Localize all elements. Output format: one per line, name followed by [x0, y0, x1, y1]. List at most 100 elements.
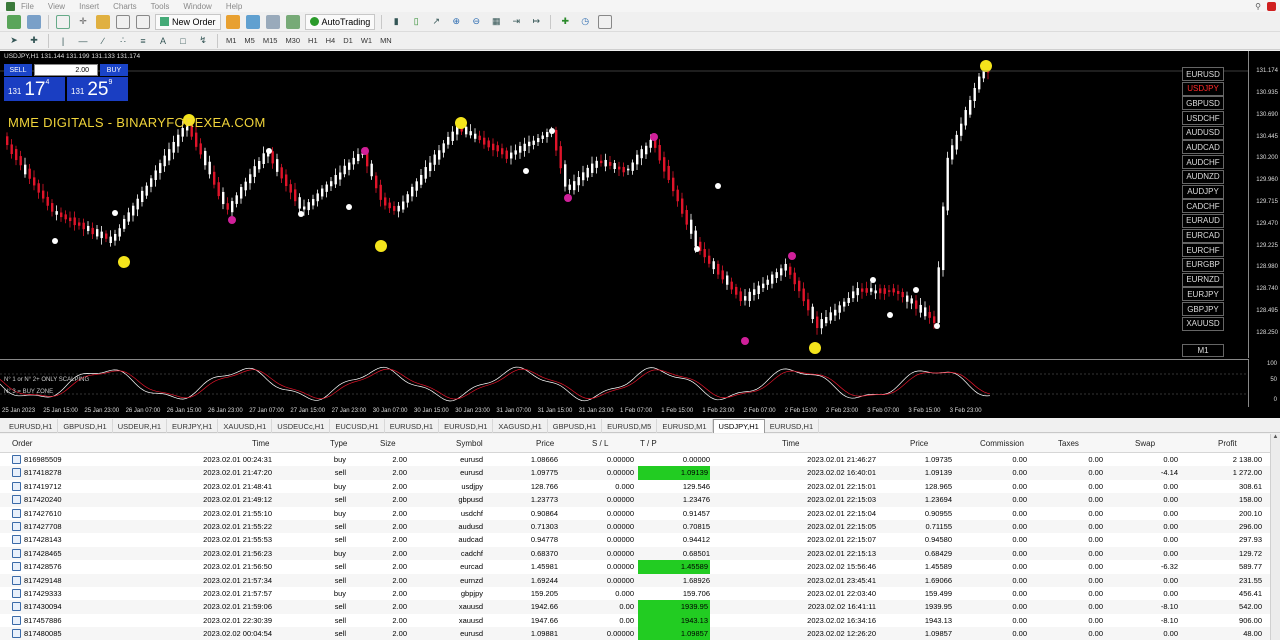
signals-icon[interactable] [245, 14, 260, 29]
chart-tab[interactable]: USDEUCc,H1 [272, 419, 331, 433]
chart-shift-icon[interactable]: ↦ [529, 15, 543, 29]
table-row[interactable]: 817427610 2023.02.01 21:55:10 buy 2.00 usdch… [0, 506, 1280, 520]
notification-icon[interactable] [1267, 1, 1276, 11]
table-row[interactable]: 817429333 2023.02.01 21:57:57 buy 2.00 gbpjp… [0, 587, 1280, 601]
symbol-button-gbpjpy[interactable]: GBPJPY [1182, 302, 1224, 316]
column-header[interactable]: Swap [1135, 439, 1155, 448]
column-header[interactable]: Symbol [456, 439, 483, 448]
chart-tab[interactable]: EURUSD,M5 [602, 419, 658, 433]
menu-file[interactable]: File [21, 2, 34, 11]
table-row[interactable]: 816985509 2023.02.01 00:24:31 buy 2.00 eurus… [0, 453, 1280, 467]
symbol-button-eurgbp[interactable]: EURGBP [1182, 257, 1224, 272]
tf-d1[interactable]: D1 [343, 36, 353, 45]
chart-tab[interactable]: XAUUSD,H1 [218, 419, 273, 433]
tf-w1[interactable]: W1 [361, 36, 372, 45]
tf-m30[interactable]: M30 [285, 36, 300, 45]
crosshair-icon[interactable]: ✚ [27, 34, 41, 48]
text-icon[interactable]: A [156, 34, 170, 48]
tf-h1[interactable]: H1 [308, 36, 318, 45]
table-row[interactable]: 817427708 2023.02.01 21:55:22 sell 2.00 audu… [0, 520, 1280, 534]
symbol-button-eurnzd[interactable]: EURNZD [1182, 272, 1224, 287]
fibonacci-icon[interactable]: ≡ [136, 34, 150, 48]
chart-tab[interactable]: USDJPY,H1 [712, 419, 765, 433]
candlestick-icon[interactable]: ▯ [409, 15, 423, 29]
strategy-tester-icon[interactable] [136, 14, 150, 29]
chart-tab[interactable]: XAGUSD,H1 [493, 419, 548, 433]
cursor-icon[interactable]: ➤ [7, 34, 21, 48]
market-watch-icon[interactable] [56, 14, 70, 29]
table-row[interactable]: 817430094 2023.02.01 21:59:06 sell 2.00 xauu… [0, 600, 1280, 614]
tile-windows-icon[interactable]: ▦ [489, 15, 503, 29]
periods-icon[interactable]: ◷ [578, 15, 592, 29]
label-icon[interactable]: □ [176, 34, 190, 48]
chart-tab[interactable]: EUCUSD,H1 [330, 419, 385, 433]
symbol-button-eurusd[interactable]: EURUSD [1182, 67, 1224, 81]
chart-tab[interactable]: GBPUSD,H1 [58, 419, 113, 433]
indicators-icon[interactable]: ✚ [558, 15, 572, 29]
table-row[interactable]: 817480085 2023.02.02 00:04:54 sell 2.00 euru… [0, 627, 1280, 640]
vertical-line-icon[interactable]: | [56, 34, 70, 48]
scrollbar[interactable]: ▲ [1270, 434, 1280, 640]
scroll-up-icon[interactable]: ▲ [1271, 434, 1280, 444]
table-row[interactable]: 817457886 2023.02.01 22:30:39 sell 2.00 xauu… [0, 613, 1280, 628]
tf-m1[interactable]: M1 [226, 36, 236, 45]
new-order-button[interactable]: New Order [155, 13, 221, 30]
buy-price[interactable]: 131 25 9 [67, 77, 128, 101]
menu-insert[interactable]: Insert [79, 2, 99, 11]
symbol-button-audchf[interactable]: AUDCHF [1182, 155, 1224, 170]
timeframe-label[interactable]: M1 [1182, 344, 1224, 357]
symbol-button-eurjpy[interactable]: EURJPY [1182, 287, 1224, 302]
menu-view[interactable]: View [48, 2, 65, 11]
symbol-button-eurchf[interactable]: EURCHF [1182, 243, 1224, 258]
buy-button[interactable]: BUY [100, 64, 128, 76]
symbol-button-usdjpy[interactable]: USDJPY [1182, 81, 1224, 96]
channel-icon[interactable]: ∴ [116, 34, 130, 48]
zoom-in-icon[interactable]: ⊕ [449, 15, 463, 29]
table-row[interactable]: 817429148 2023.02.01 21:57:34 sell 2.00 eurn… [0, 573, 1280, 587]
table-row[interactable]: 817428143 2023.02.01 21:55:53 sell 2.00 audc… [0, 533, 1280, 547]
arrows-icon[interactable]: ↯ [196, 34, 210, 48]
column-header[interactable]: Order [12, 439, 32, 448]
table-row[interactable]: 817428576 2023.02.01 21:56:50 sell 2.00 eurc… [0, 560, 1280, 574]
menu-window[interactable]: Window [183, 2, 211, 11]
column-header[interactable]: Price [910, 439, 928, 448]
menu-tools[interactable]: Tools [151, 2, 170, 11]
new-chart-icon[interactable] [7, 14, 21, 29]
chart-tab[interactable]: EURUSD,H1 [765, 419, 820, 433]
column-header[interactable]: Type [330, 439, 347, 448]
symbol-button-audcad[interactable]: AUDCAD [1182, 140, 1224, 155]
symbol-button-cadchf[interactable]: CADCHF [1182, 199, 1224, 214]
metaeditor-icon[interactable] [225, 14, 240, 29]
symbol-button-usdchf[interactable]: USDCHF [1182, 111, 1224, 126]
symbol-button-xauusd[interactable]: XAUUSD [1182, 316, 1224, 331]
tf-mn[interactable]: MN [380, 36, 392, 45]
search-icon[interactable]: ⚲ [1255, 2, 1261, 11]
terminal-icon[interactable] [116, 14, 130, 29]
navigator-icon[interactable] [96, 14, 110, 29]
zoom-out-icon[interactable]: ⊖ [469, 15, 483, 29]
profiles-icon[interactable] [27, 14, 41, 29]
symbol-button-audusd[interactable]: AUDUSD [1182, 125, 1224, 140]
column-header[interactable]: Price [536, 439, 554, 448]
menu-help[interactable]: Help [226, 2, 242, 11]
column-header[interactable]: Size [380, 439, 396, 448]
market-icon[interactable] [285, 14, 300, 29]
lot-size-input[interactable] [34, 64, 98, 76]
trendline-icon[interactable]: ∕ [96, 34, 110, 48]
chart-tab[interactable]: EURUSD,M1 [657, 419, 713, 433]
symbol-button-audjpy[interactable]: AUDJPY [1182, 184, 1224, 199]
bar-chart-icon[interactable]: ▮ [389, 15, 403, 29]
table-row[interactable]: 817428465 2023.02.01 21:56:23 buy 2.00 cadch… [0, 546, 1280, 561]
line-chart-icon[interactable]: ↗ [429, 15, 443, 29]
templates-icon[interactable] [598, 14, 613, 29]
table-row[interactable]: 817419712 2023.02.01 21:48:41 buy 2.00 usdjp… [0, 479, 1280, 494]
chart-tab[interactable]: EURUSD,H1 [439, 419, 494, 433]
chart-tab[interactable]: EURUSD,H1 [385, 419, 440, 433]
column-header[interactable]: Time [252, 439, 269, 448]
symbol-button-gbpusd[interactable]: GBPUSD [1182, 96, 1224, 111]
column-header[interactable]: Taxes [1058, 439, 1079, 448]
chart-tab[interactable]: EURUSD,H1 [4, 419, 59, 433]
sell-button[interactable]: SELL [4, 64, 32, 76]
tf-m5[interactable]: M5 [244, 36, 254, 45]
data-window-icon[interactable]: ✛ [76, 15, 90, 29]
